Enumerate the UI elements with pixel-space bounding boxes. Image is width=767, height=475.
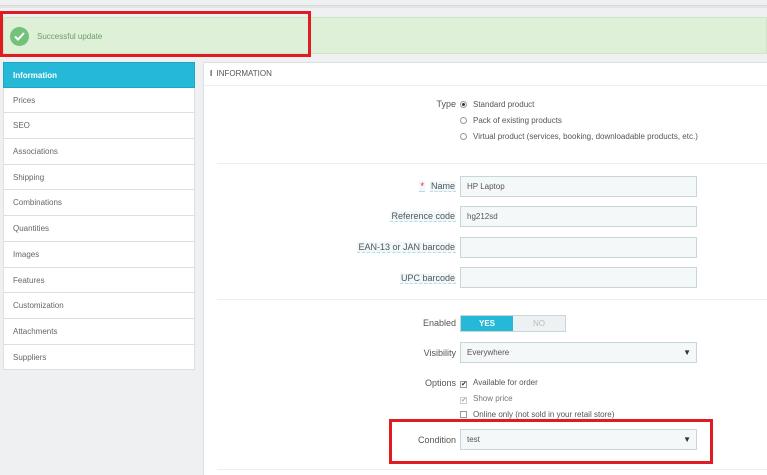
visibility-label: Visibility — [423, 348, 456, 358]
reference-label-text: Reference code — [390, 211, 456, 222]
highlight-box-condition — [389, 419, 713, 464]
options-label: Options — [424, 378, 456, 388]
enabled-switch[interactable]: YES NO — [460, 315, 566, 332]
enabled-yes[interactable]: YES — [461, 316, 513, 331]
tab-associations[interactable]: Associations — [3, 139, 195, 165]
option-show-price[interactable]: ✔ Show price — [460, 394, 513, 404]
info-icon: i — [210, 69, 213, 78]
tab-customization[interactable]: Customization — [3, 293, 195, 319]
option-label: Available for order — [473, 378, 538, 387]
option-available-for-order[interactable]: ✔ Available for order — [460, 378, 538, 388]
tab-features[interactable]: Features — [3, 267, 195, 294]
divider — [217, 299, 767, 300]
tab-combinations[interactable]: Combinations — [3, 190, 195, 217]
tab-information[interactable]: Information — [3, 62, 195, 88]
option-label: Show price — [473, 394, 513, 403]
panel-heading: i INFORMATION — [204, 63, 767, 86]
highlight-box-alert — [0, 11, 311, 57]
reference-label: Reference code — [390, 211, 456, 222]
type-option-pack[interactable]: Pack of existing products — [460, 116, 562, 125]
name-label-text: Name — [429, 181, 456, 192]
tab-prices[interactable]: Prices — [3, 87, 195, 114]
enabled-no[interactable]: NO — [513, 316, 565, 331]
divider — [217, 163, 767, 164]
tab-quantities[interactable]: Quantities — [3, 216, 195, 242]
type-option-label: Standard product — [473, 100, 535, 109]
visibility-select[interactable]: Everywhere ▼ — [460, 342, 697, 363]
tab-images[interactable]: Images — [3, 241, 195, 268]
name-label: * Name — [419, 181, 456, 192]
upc-label: UPC barcode — [399, 273, 456, 284]
enabled-label: Enabled — [422, 318, 456, 328]
radio-selected-icon[interactable] — [460, 101, 467, 108]
tab-attachments[interactable]: Attachments — [3, 318, 195, 345]
type-option-label: Virtual product (services, booking, down… — [473, 132, 698, 141]
reference-input[interactable]: hg212sd — [460, 206, 697, 227]
option-label: Online only (not sold in your retail sto… — [473, 410, 615, 419]
checkbox-checked-icon[interactable]: ✔ — [460, 381, 467, 388]
type-option-standard[interactable]: Standard product — [460, 100, 534, 109]
name-input[interactable]: HP Laptop — [460, 176, 697, 197]
ean-input[interactable] — [460, 237, 697, 258]
type-label: Type — [436, 99, 456, 109]
tab-shipping[interactable]: Shipping — [3, 164, 195, 191]
dropdown-arrow-icon: ▼ — [683, 348, 691, 357]
information-panel: i INFORMATION Type Standard product Pack… — [203, 62, 767, 475]
tab-seo[interactable]: SEO — [3, 113, 195, 140]
product-tabs: Information Prices SEO Associations Ship… — [3, 62, 195, 371]
option-online-only[interactable]: Online only (not sold in your retail sto… — [460, 410, 614, 419]
tab-suppliers[interactable]: Suppliers — [3, 344, 195, 371]
divider — [217, 469, 767, 470]
radio-icon[interactable] — [460, 117, 467, 124]
top-strip — [0, 0, 767, 8]
panel-title: INFORMATION — [216, 69, 272, 78]
checkbox-icon[interactable] — [460, 411, 467, 418]
radio-icon[interactable] — [460, 133, 467, 140]
required-marker: * — [419, 181, 425, 192]
checkbox-checked-icon[interactable]: ✔ — [460, 397, 467, 404]
upc-input[interactable] — [460, 267, 697, 288]
ean-label-text: EAN-13 or JAN barcode — [357, 242, 456, 253]
ean-label: EAN-13 or JAN barcode — [357, 242, 456, 253]
visibility-value: Everywhere — [467, 348, 510, 357]
upc-label-text: UPC barcode — [399, 273, 456, 284]
type-option-virtual[interactable]: Virtual product (services, booking, down… — [460, 132, 698, 141]
type-option-label: Pack of existing products — [473, 116, 562, 125]
